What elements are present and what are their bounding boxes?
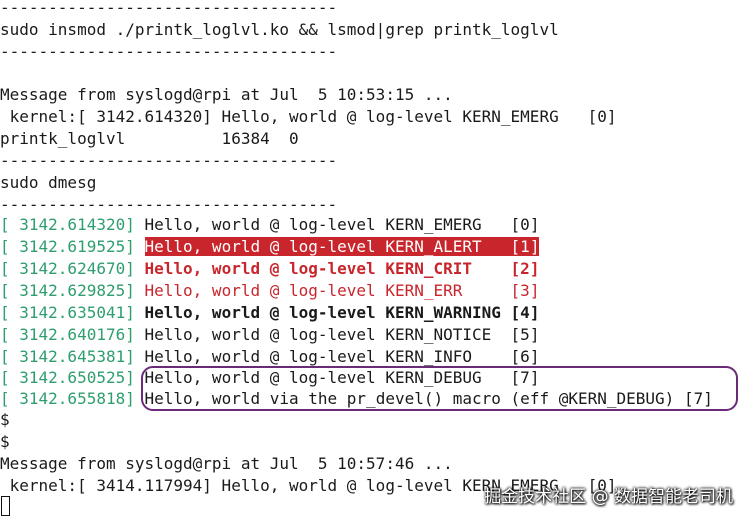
dmesg-timestamp: [ 3142.624670] <box>0 259 135 278</box>
separator-line: ----------------------------------- <box>0 151 338 170</box>
dmesg-line: [ 3142.614320] Hello, world @ log-level … <box>0 214 539 236</box>
dmesg-timestamp: [ 3142.640176] <box>0 325 135 344</box>
insmod-command: sudo insmod ./printk_loglvl.ko && lsmod|… <box>0 20 559 39</box>
dmesg-message-crit: Hello, world @ log-level KERN_CRIT [2] <box>144 259 540 278</box>
dmesg-line: [ 3142.645381] Hello, world @ log-level … <box>0 346 539 368</box>
separator-line: ----------------------------------- <box>0 0 338 17</box>
watermark-text: 掘金技术社区 @ 数据智能老司机 <box>484 487 733 507</box>
dmesg-message: Hello, world @ log-level KERN_NOTICE [5] <box>144 325 540 344</box>
terminal-window[interactable]: ----------------------------------- sudo… <box>0 0 747 524</box>
syslog-message: Message from syslogd@rpi at Jul 5 10:57:… <box>0 454 453 473</box>
dmesg-timestamp: [ 3142.629825] <box>0 281 135 300</box>
dmesg-command: sudo dmesg <box>0 173 97 192</box>
dmesg-timestamp: [ 3142.655818] <box>0 389 135 408</box>
dmesg-message-err: Hello, world @ log-level KERN_ERR [3] <box>144 281 540 300</box>
dmesg-timestamp: [ 3142.635041] <box>0 303 135 322</box>
dmesg-line: [ 3142.619525] Hello, world @ log-level … <box>0 236 540 258</box>
dmesg-timestamp: [ 3142.645381] <box>0 347 135 366</box>
dmesg-message: Hello, world @ log-level KERN_INFO [6] <box>144 347 540 366</box>
lsmod-output: printk_loglvl 16384 0 <box>0 129 299 148</box>
dmesg-timestamp: [ 3142.650525] <box>0 368 135 387</box>
separator-line: ----------------------------------- <box>0 42 338 61</box>
dmesg-line: [ 3142.635041] Hello, world @ log-level … <box>0 302 539 324</box>
dmesg-line: [ 3142.629825] Hello, world @ log-level … <box>0 280 539 302</box>
syslog-message: Message from syslogd@rpi at Jul 5 10:53:… <box>0 85 453 104</box>
dmesg-timestamp: [ 3142.614320] <box>0 215 135 234</box>
dmesg-line: [ 3142.640176] Hello, world @ log-level … <box>0 324 539 346</box>
dmesg-timestamp: [ 3142.619525] <box>0 237 135 256</box>
shell-prompt: $ <box>0 432 10 451</box>
kernel-broadcast-line: kernel:[ 3142.614320] Hello, world @ log… <box>0 107 617 126</box>
shell-prompt: $ <box>0 410 10 429</box>
dmesg-line: [ 3142.624670] Hello, world @ log-level … <box>0 258 539 280</box>
separator-line: ----------------------------------- <box>0 195 338 214</box>
terminal-cursor <box>1 496 10 516</box>
dmesg-message: Hello, world @ log-level KERN_EMERG [0] <box>144 215 540 234</box>
dmesg-message-warning: Hello, world @ log-level KERN_WARNING [4… <box>144 303 540 322</box>
dmesg-message-alert: Hello, world @ log-level KERN_ALERT [1] <box>144 237 540 256</box>
debug-highlight-oval <box>141 366 738 411</box>
